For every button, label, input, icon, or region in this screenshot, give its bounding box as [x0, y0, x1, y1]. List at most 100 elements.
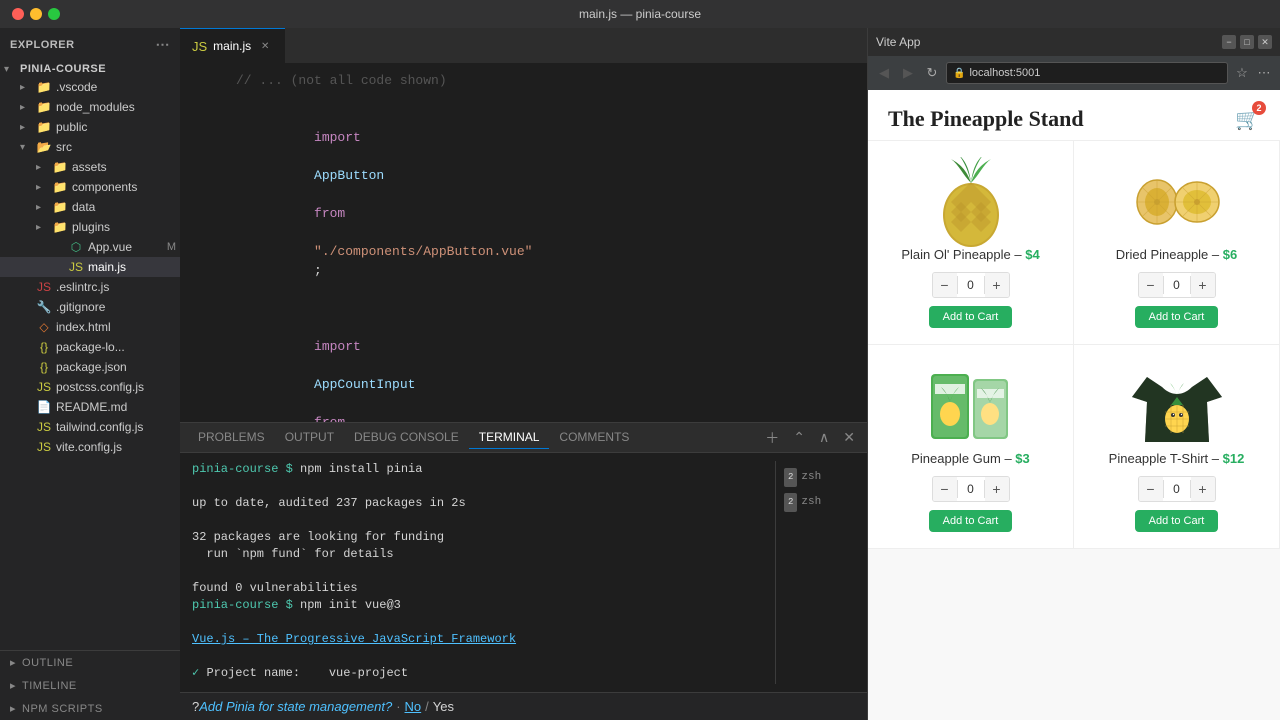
- eslintrc-label: .eslintrc.js: [56, 280, 176, 294]
- cart-button[interactable]: 🛒 2: [1235, 107, 1260, 132]
- terminal[interactable]: pinia-course $ npm install pinia up to d…: [180, 453, 867, 692]
- close-button[interactable]: [12, 8, 24, 20]
- quantity-decrease-button[interactable]: −: [1139, 273, 1163, 297]
- chevron-right-icon: ▸: [10, 656, 16, 669]
- title-bar: main.js — pinia-course: [0, 0, 1280, 28]
- sidebar-item-tailwind[interactable]: ▸ JS tailwind.config.js: [0, 417, 180, 437]
- quantity-decrease-button[interactable]: −: [933, 477, 957, 501]
- sidebar-item-vite-config[interactable]: ▸ JS vite.config.js: [0, 437, 180, 457]
- quantity-increase-button[interactable]: +: [1191, 273, 1215, 297]
- sidebar-item-package-lock[interactable]: ▸ {} package-lo...: [0, 337, 180, 357]
- sidebar-item-src[interactable]: ▾ 📂 src: [0, 137, 180, 157]
- tailwind-label: tailwind.config.js: [56, 420, 176, 434]
- quantity-increase-button[interactable]: +: [985, 273, 1009, 297]
- sidebar: EXPLORER ⋯ ▾ PINIA-COURSE ▸ 📁 .vscode ▸ …: [0, 28, 180, 720]
- chevron-up-icon[interactable]: ∧: [815, 427, 833, 448]
- sidebar-item-outline[interactable]: ▸ OUTLINE: [0, 651, 180, 674]
- prompt-separator: ·: [396, 699, 400, 714]
- vscode-label: .vscode: [56, 80, 176, 94]
- tab-debug-console[interactable]: DEBUG CONSOLE: [344, 426, 469, 449]
- quantity-value: 0: [1163, 480, 1191, 498]
- tab-problems[interactable]: PROBLEMS: [188, 426, 275, 449]
- browser-bookmark-button[interactable]: ☆: [1232, 63, 1252, 83]
- close-panel-button[interactable]: ✕: [839, 427, 859, 448]
- sidebar-item-components[interactable]: ▸ 📁 components: [0, 177, 180, 197]
- product-price: $6: [1223, 247, 1237, 262]
- product-card-pineapple-gum: Pineapple Gum – $3 − 0 + Add to Cart: [868, 345, 1074, 549]
- chevron-right-icon: ▸: [20, 122, 36, 133]
- tab-close-button[interactable]: ✕: [257, 38, 273, 54]
- product-name: Pineapple Gum – $3: [911, 451, 1030, 466]
- spacer: ▸: [20, 322, 36, 333]
- quantity-increase-button[interactable]: +: [985, 477, 1009, 501]
- project-root[interactable]: ▾ PINIA-COURSE: [0, 61, 180, 77]
- chevron-right-icon: ▸: [36, 222, 52, 233]
- data-label: data: [72, 200, 176, 214]
- minimize-button[interactable]: [30, 8, 42, 20]
- sidebar-item-plugins[interactable]: ▸ 📁 plugins: [0, 217, 180, 237]
- index-html-label: index.html: [56, 320, 176, 334]
- panel-tabs: PROBLEMS OUTPUT DEBUG CONSOLE TERMINAL C…: [180, 423, 867, 453]
- sidebar-item-postcss[interactable]: ▸ JS postcss.config.js: [0, 377, 180, 397]
- terminal-line: [192, 614, 775, 631]
- browser-refresh-button[interactable]: ↻: [922, 63, 942, 83]
- product-name: Dried Pineapple – $6: [1116, 247, 1237, 262]
- main-layout: EXPLORER ⋯ ▾ PINIA-COURSE ▸ 📁 .vscode ▸ …: [0, 28, 1280, 720]
- chevron-right-icon: ▸: [36, 182, 52, 193]
- terminal-session-2[interactable]: 2 zsh: [780, 490, 851, 515]
- browser-url-bar[interactable]: 🔒 localhost:5001: [946, 62, 1228, 84]
- sidebar-item-app-vue[interactable]: ▸ ⬡ App.vue M: [0, 237, 180, 257]
- quantity-increase-button[interactable]: +: [1191, 477, 1215, 501]
- sidebar-item-readme[interactable]: ▸ 📄 README.md: [0, 397, 180, 417]
- maximize-button[interactable]: [48, 8, 60, 20]
- browser-minimize-button[interactable]: −: [1222, 35, 1236, 49]
- quantity-decrease-button[interactable]: −: [1139, 477, 1163, 501]
- sidebar-item-timeline[interactable]: ▸ TIMELINE: [0, 674, 180, 697]
- sidebar-item-node-modules[interactable]: ▸ 📁 node_modules: [0, 97, 180, 117]
- folder-icon: 📁: [36, 99, 52, 115]
- sidebar-item-data[interactable]: ▸ 📁 data: [0, 197, 180, 217]
- code-editor[interactable]: // ... (not all code shown) import AppBu…: [180, 63, 867, 422]
- chevron-down-icon: ▾: [20, 142, 36, 153]
- node-modules-label: node_modules: [56, 100, 176, 114]
- tab-output[interactable]: OUTPUT: [275, 426, 344, 449]
- browser-maximize-button[interactable]: □: [1240, 35, 1254, 49]
- product-price: $3: [1015, 451, 1029, 466]
- prompt-yes-option[interactable]: Yes: [433, 699, 454, 714]
- sidebar-item-assets[interactable]: ▸ 📁 assets: [0, 157, 180, 177]
- add-to-cart-button[interactable]: Add to Cart: [929, 306, 1013, 328]
- add-to-cart-button[interactable]: Add to Cart: [1135, 306, 1219, 328]
- add-terminal-button[interactable]: ＋: [761, 426, 783, 450]
- add-to-cart-button[interactable]: Add to Cart: [1135, 510, 1219, 532]
- product-quantity-control: − 0 +: [932, 272, 1010, 298]
- prompt-no-option[interactable]: No: [405, 699, 422, 714]
- sidebar-item-npm-scripts[interactable]: ▸ NPM SCRIPTS: [0, 697, 180, 720]
- terminal-session-1[interactable]: 2 zsh: [780, 465, 851, 490]
- terminal-line: found 0 vulnerabilities: [192, 580, 775, 597]
- terminal-line: Vue.js – The Progressive JavaScript Fram…: [192, 631, 775, 648]
- sidebar-item-main-js[interactable]: ▸ JS main.js: [0, 257, 180, 277]
- browser-close-button[interactable]: ✕: [1258, 35, 1272, 49]
- terminal-line: [192, 512, 775, 529]
- chevron-right-icon: ▸: [20, 102, 36, 113]
- add-to-cart-button[interactable]: Add to Cart: [929, 510, 1013, 532]
- sidebar-item-gitignore[interactable]: ▸ 🔧 .gitignore: [0, 297, 180, 317]
- split-terminal-button[interactable]: ⌃: [789, 427, 809, 448]
- traffic-lights: [12, 8, 60, 20]
- tab-terminal[interactable]: TERMINAL: [469, 426, 550, 449]
- browser-back-button[interactable]: ◀: [874, 63, 894, 83]
- sidebar-collapse-icon[interactable]: ⋯: [156, 36, 171, 53]
- products-grid: Plain Ol' Pineapple – $4 − 0 + Add to Ca…: [868, 141, 1280, 549]
- browser-more-button[interactable]: ⋯: [1254, 63, 1274, 83]
- product-image-dried-pineapple: [1122, 157, 1232, 247]
- html-icon: ◇: [36, 319, 52, 335]
- sidebar-item-vscode[interactable]: ▸ 📁 .vscode: [0, 77, 180, 97]
- sidebar-item-eslintrc[interactable]: ▸ JS .eslintrc.js: [0, 277, 180, 297]
- browser-forward-button[interactable]: ▶: [898, 63, 918, 83]
- tab-comments[interactable]: COMMENTS: [549, 426, 639, 449]
- sidebar-item-index-html[interactable]: ▸ ◇ index.html: [0, 317, 180, 337]
- sidebar-item-package-json[interactable]: ▸ {} package.json: [0, 357, 180, 377]
- quantity-decrease-button[interactable]: −: [933, 273, 957, 297]
- tab-main-js[interactable]: JS main.js ✕: [180, 28, 285, 63]
- sidebar-item-public[interactable]: ▸ 📁 public: [0, 117, 180, 137]
